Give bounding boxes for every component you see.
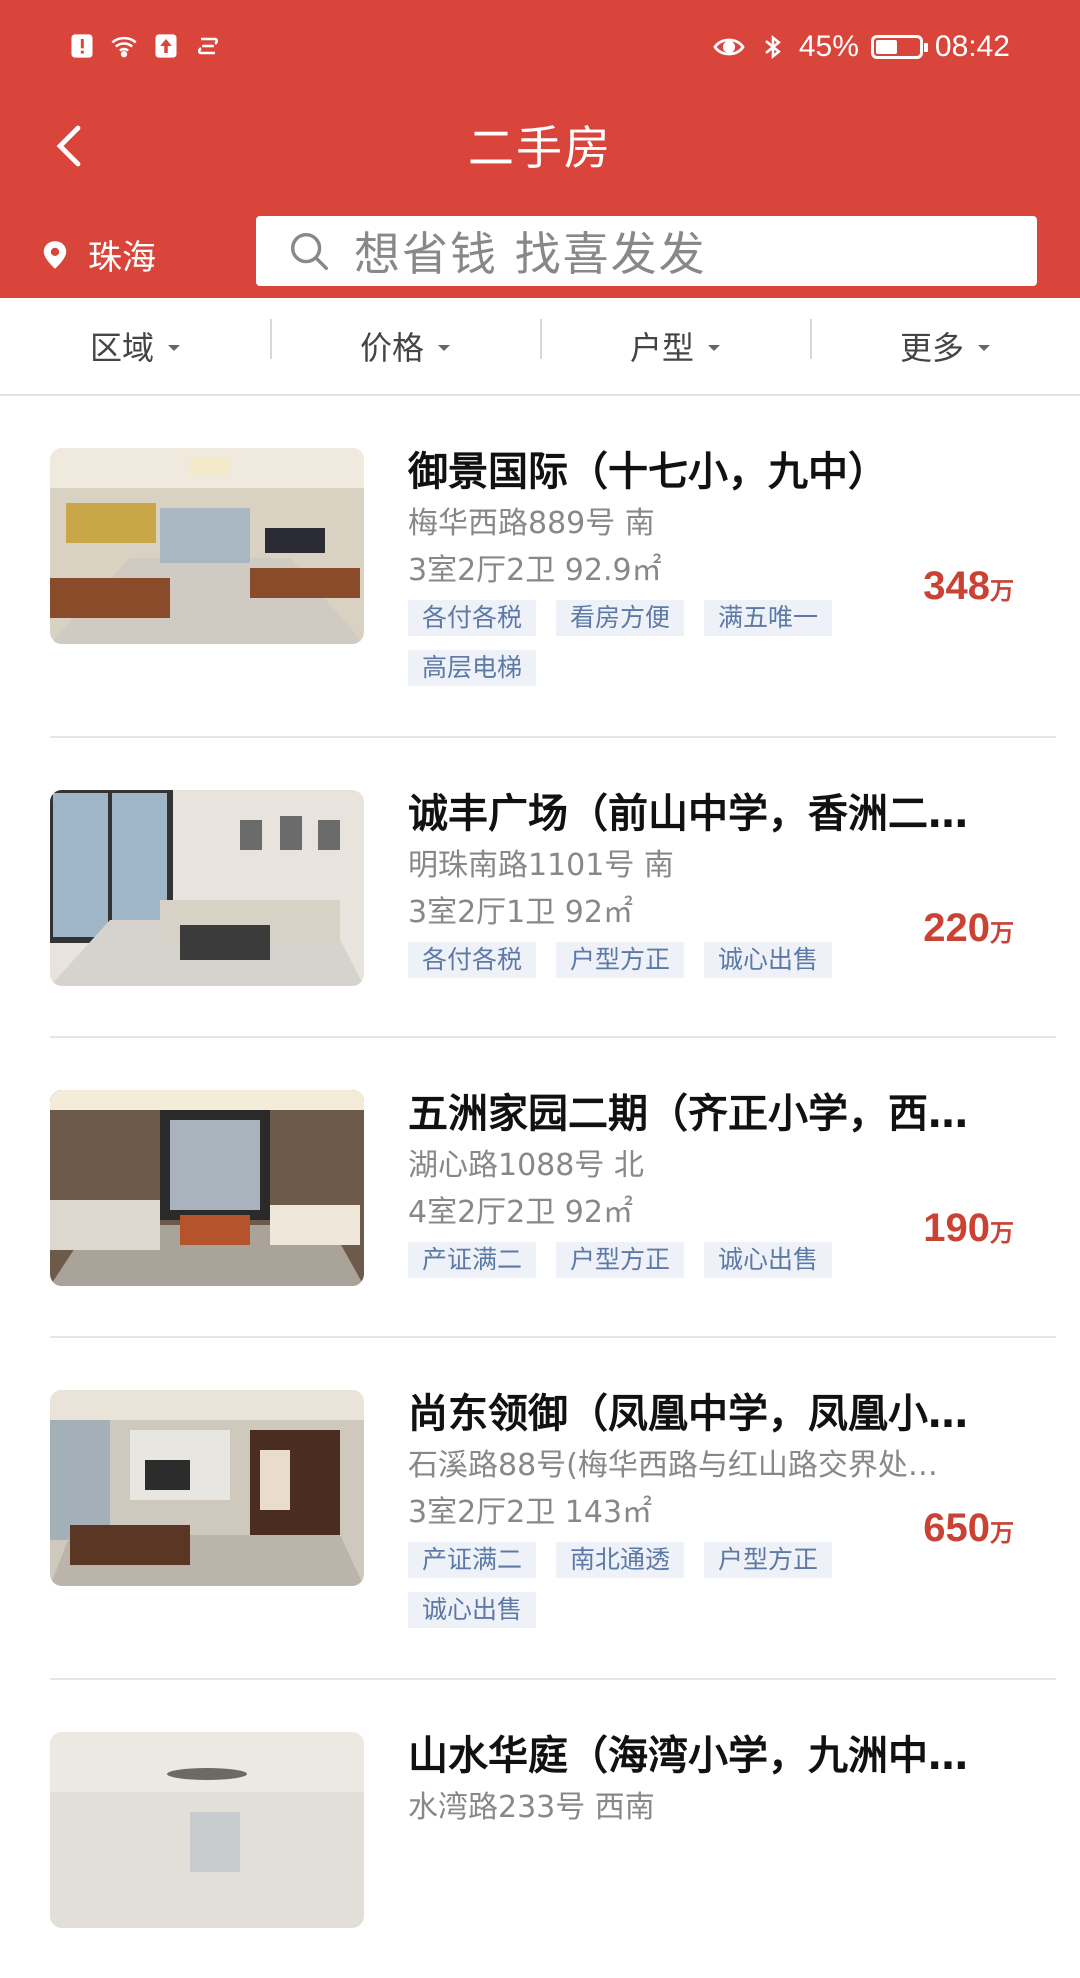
filter-label: 户型 <box>629 329 694 367</box>
price-value: 190 <box>923 1206 990 1250</box>
listing-tag: 户型方正 <box>704 1542 833 1578</box>
upload-icon <box>152 32 180 60</box>
listing-tags: 各付各税 看房方便 满五唯一 高层电梯 <box>408 600 928 686</box>
battery-percent: 45% <box>798 30 859 63</box>
nav-bar: 二手房 <box>0 100 1080 190</box>
filter-layout[interactable]: 户型 <box>540 319 810 369</box>
listing-photo <box>50 1732 364 1928</box>
search-row: 珠海 想省钱 找喜发发 <box>0 212 1080 288</box>
listing-title: 诚丰广场（前山中学，香洲二… <box>408 791 968 837</box>
search-icon <box>290 232 328 270</box>
listing-item[interactable]: 御景国际（十七小，九中） 梅华西路889号 南 3室2厅2卫 92.9㎡ 348… <box>50 396 1056 738</box>
listing-tag: 户型方正 <box>556 942 685 978</box>
price-unit: 万 <box>990 1220 1014 1247</box>
listing-address: 石溪路88号(梅华西路与红山路交界处… <box>408 1448 938 1483</box>
caret-down-icon <box>168 345 180 351</box>
caret-down-icon <box>708 345 720 351</box>
listing-info: 诚丰广场（前山中学，香洲二… 明珠南路1101号 南 3室2厅1卫 92㎡ 22… <box>408 738 1056 1036</box>
listing-tags: 产证满二 户型方正 诚心出售 <box>408 1242 928 1278</box>
listing-tag: 诚心出售 <box>408 1592 537 1628</box>
listing-tag: 各付各税 <box>408 942 537 978</box>
page-title: 二手房 <box>468 121 612 175</box>
listing-tag: 满五唯一 <box>704 600 833 636</box>
filter-region[interactable]: 区域 <box>0 323 270 369</box>
listing-address: 梅华西路889号 南 <box>408 506 655 541</box>
listing-address: 明珠南路1101号 南 <box>408 848 674 883</box>
listing-info: 五洲家园二期（齐正小学，西… 湖心路1088号 北 4室2厅2卫 92㎡ 190… <box>408 1038 1056 1336</box>
listing-tags: 各付各税 户型方正 诚心出售 <box>408 942 928 978</box>
listing-info: 尚东领御（凤凰中学，凤凰小… 石溪路88号(梅华西路与红山路交界处… 3室2厅2… <box>408 1338 1056 1678</box>
listing-tag: 南北通透 <box>556 1542 685 1578</box>
listing-tags: 产证满二 南北通透 户型方正 诚心出售 <box>408 1542 928 1628</box>
bluetooth-icon <box>759 33 787 61</box>
price-unit: 万 <box>990 578 1014 605</box>
location-pin-icon <box>43 240 67 269</box>
filter-label: 更多 <box>899 329 964 367</box>
filter-label: 价格 <box>359 329 424 367</box>
listing-photo <box>50 448 364 644</box>
listing-tag: 户型方正 <box>556 1242 685 1278</box>
listing-photo <box>50 790 364 986</box>
listing-tag: 各付各税 <box>408 600 537 636</box>
listing-tag: 高层电梯 <box>408 650 537 686</box>
listing-price: 348万 <box>923 564 1014 609</box>
sync-icon <box>194 32 222 60</box>
listing-item[interactable]: 尚东领御（凤凰中学，凤凰小… 石溪路88号(梅华西路与红山路交界处… 3室2厅2… <box>50 1338 1056 1680</box>
header-bar: 45% 08:42 二手房 珠海 想省钱 找喜发发 <box>0 0 1080 298</box>
alert-icon <box>68 32 96 60</box>
battery-level <box>875 40 897 54</box>
listing-tag: 诚心出售 <box>704 1242 833 1278</box>
eye-icon <box>711 33 747 61</box>
listing-title: 五洲家园二期（齐正小学，西… <box>408 1091 968 1137</box>
listing-info: 山水华庭（海湾小学，九洲中… 水湾路233号 西南 <box>408 1680 1056 1978</box>
clock-time: 08:42 <box>934 30 1010 63</box>
listing-price: 220万 <box>923 906 1014 951</box>
status-bar: 45% 08:42 <box>0 0 1080 100</box>
listing-address: 水湾路233号 西南 <box>408 1790 655 1825</box>
price-value: 220 <box>923 906 990 950</box>
listing-item[interactable]: 五洲家园二期（齐正小学，西… 湖心路1088号 北 4室2厅2卫 92㎡ 190… <box>50 1038 1056 1338</box>
price-unit: 万 <box>990 1520 1014 1547</box>
filter-more[interactable]: 更多 <box>810 319 1080 369</box>
caret-down-icon <box>978 345 990 351</box>
caret-down-icon <box>438 345 450 351</box>
status-left-icons <box>68 32 222 60</box>
status-right-area: 45% 08:42 <box>711 30 1010 64</box>
listing-photo <box>50 1090 364 1286</box>
filter-label: 区域 <box>89 329 154 367</box>
listing-item[interactable]: 诚丰广场（前山中学，香洲二… 明珠南路1101号 南 3室2厅1卫 92㎡ 22… <box>50 738 1056 1038</box>
filter-price[interactable]: 价格 <box>270 319 540 369</box>
listing-info: 御景国际（十七小，九中） 梅华西路889号 南 3室2厅2卫 92.9㎡ 348… <box>408 396 1056 736</box>
filter-bar: 区域 价格 户型 更多 <box>0 298 1080 396</box>
listing-address: 湖心路1088号 北 <box>408 1148 644 1183</box>
price-value: 650 <box>923 1506 990 1550</box>
listing-tag: 诚心出售 <box>704 942 833 978</box>
listing-tag: 看房方便 <box>556 600 685 636</box>
price-value: 348 <box>923 564 990 608</box>
listing-title: 御景国际（十七小，九中） <box>408 449 888 495</box>
listing-tag: 产证满二 <box>408 1542 537 1578</box>
listing-photo <box>50 1390 364 1586</box>
search-placeholder: 想省钱 找喜发发 <box>354 227 707 281</box>
price-unit: 万 <box>990 920 1014 947</box>
search-input[interactable]: 想省钱 找喜发发 <box>256 216 1037 286</box>
city-label: 珠海 <box>88 238 156 278</box>
listing-price: 190万 <box>923 1206 1014 1251</box>
city-selector[interactable]: 珠海 <box>40 230 156 279</box>
wifi-icon <box>110 32 138 60</box>
listing-price: 650万 <box>923 1506 1014 1551</box>
battery-icon <box>870 35 928 59</box>
listing-title: 尚东领御（凤凰中学，凤凰小… <box>408 1391 968 1437</box>
listing-tag: 产证满二 <box>408 1242 537 1278</box>
listing-item[interactable]: 山水华庭（海湾小学，九洲中… 水湾路233号 西南 <box>50 1680 1056 1978</box>
listing-title: 山水华庭（海湾小学，九洲中… <box>408 1733 968 1779</box>
listing-list: 御景国际（十七小，九中） 梅华西路889号 南 3室2厅2卫 92.9㎡ 348… <box>0 396 1080 1978</box>
